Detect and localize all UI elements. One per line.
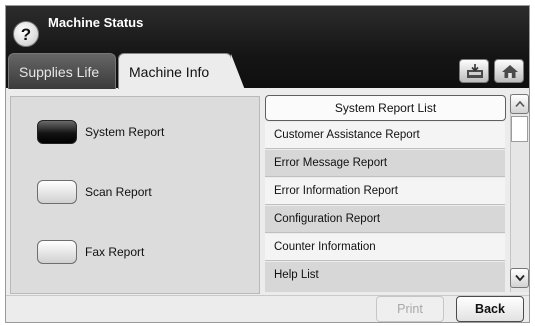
help-icon[interactable]: ? [13,21,39,47]
list-item-counter-information[interactable]: Counter Information [265,234,505,261]
home-button[interactable] [494,59,524,83]
page-title: Machine Status [48,15,144,30]
list-header: System Report List [265,95,506,121]
list-item-error-message-report[interactable]: Error Message Report [265,150,505,177]
fax-report-button[interactable] [37,240,77,264]
scroll-up-button[interactable] [510,94,529,114]
footer-divider [6,295,529,296]
list-item-configuration-report[interactable]: Configuration Report [265,206,505,233]
system-report-label: System Report [85,125,165,139]
machine-status-screen: ? Machine Status Supplies Life Machine I… [5,5,530,323]
tab-supplies-life[interactable]: Supplies Life [8,53,116,89]
home-icon [502,65,518,78]
chevron-up-icon [515,100,525,108]
list-item-customer-assistance-report[interactable]: Customer Assistance Report [265,122,505,149]
report-type-panel: System Report Scan Report Fax Report [10,96,260,294]
system-report-button[interactable] [37,120,77,144]
header-bar: ? Machine Status Supplies Life Machine I… [6,6,529,90]
scan-report-button[interactable] [37,180,77,204]
save-button[interactable] [459,59,489,83]
scroll-down-button[interactable] [510,268,529,288]
list-item-help-list[interactable]: Help List [265,262,505,292]
tab-machine-info[interactable]: Machine Info [118,53,245,90]
save-tray-icon [467,64,483,78]
chevron-down-icon [515,274,525,282]
scrollbar-thumb[interactable] [511,116,528,142]
fax-report-label: Fax Report [85,245,145,259]
scan-report-label: Scan Report [85,185,152,199]
print-button[interactable]: Print [376,296,444,322]
back-button[interactable]: Back [456,296,524,322]
list-item-error-information-report[interactable]: Error Information Report [265,178,505,205]
